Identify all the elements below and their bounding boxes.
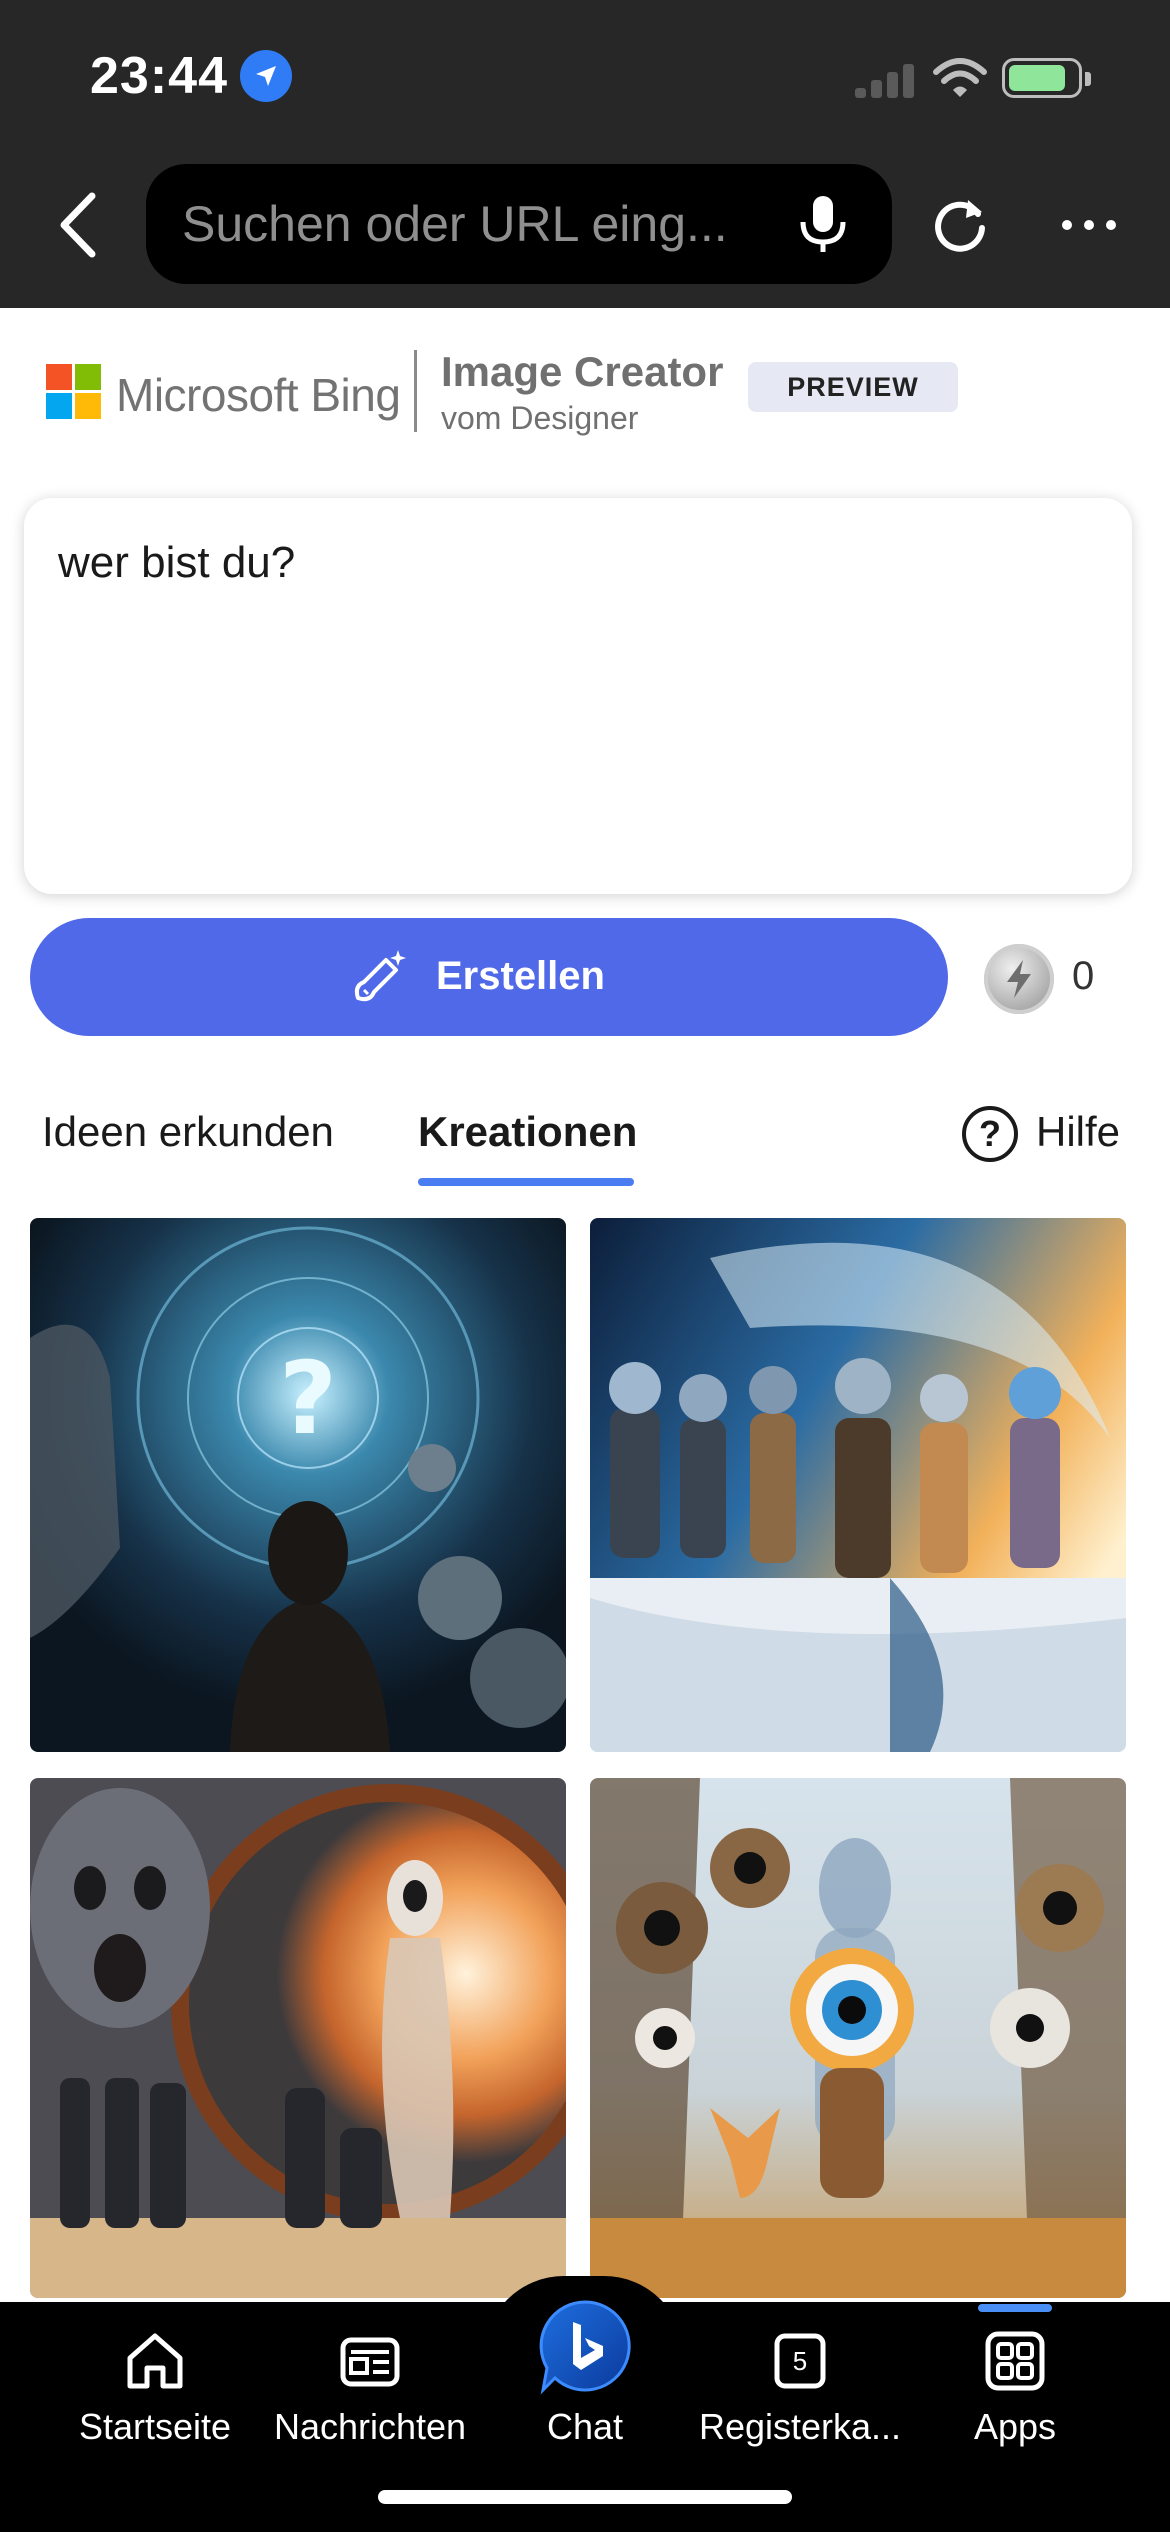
battery-icon (1002, 58, 1091, 98)
nav-news[interactable]: Nachrichten (260, 2326, 480, 2448)
help-icon: ? (962, 1106, 1018, 1162)
news-icon (340, 2337, 400, 2387)
nav-apps-label: Apps (973, 2406, 1057, 2447)
nav-tabs-label: Registerka... (698, 2406, 902, 2447)
home-icon (127, 2333, 183, 2389)
brand-name: Microsoft Bing (116, 369, 401, 421)
microphone-icon[interactable] (791, 192, 855, 256)
create-button-label: Erstellen (436, 954, 605, 998)
creation-image[interactable] (590, 1218, 1126, 1752)
product-subtitle: vom Designer (441, 400, 639, 436)
location-arrow-icon (240, 50, 292, 102)
status-time: 23:44 (90, 47, 228, 105)
image-portal-alien (30, 1778, 566, 2298)
preview-badge: PREVIEW (748, 362, 958, 412)
url-input[interactable] (182, 194, 772, 254)
nav-tabs[interactable]: 5 Registerka... (690, 2326, 910, 2448)
product-title: Image Creator (441, 348, 724, 395)
reload-icon[interactable] (928, 192, 992, 256)
creation-image[interactable] (590, 1778, 1126, 2298)
address-bar[interactable] (146, 164, 892, 284)
nav-news-label: Nachrichten (273, 2406, 467, 2447)
nav-chat[interactable]: Chat (475, 2296, 695, 2448)
svg-text:?: ? (279, 1340, 337, 1457)
image-question-man: ? (30, 1218, 566, 1752)
browser-chrome: 23:44 (0, 0, 1170, 308)
boost-count: 0 (1072, 954, 1095, 998)
prompt-box[interactable] (24, 498, 1132, 894)
tab-count: 5 (793, 2346, 807, 2376)
back-button[interactable] (50, 188, 110, 262)
brush-sparkle-icon (354, 950, 406, 1002)
help-label: Hilfe (1036, 1108, 1121, 1155)
nav-home[interactable]: Startseite (45, 2326, 265, 2448)
tab-creations[interactable]: Kreationen (418, 1108, 637, 1156)
nav-home-label: Startseite (78, 2406, 232, 2447)
boost-coin-icon[interactable] (984, 944, 1054, 1014)
home-indicator[interactable] (378, 2490, 792, 2504)
active-tab-indicator (418, 1178, 634, 1186)
prompt-input[interactable] (58, 538, 1098, 858)
apps-active-indicator (978, 2304, 1052, 2312)
bing-chat-icon (539, 2300, 631, 2395)
creation-image[interactable]: ? (30, 1218, 566, 1752)
more-options-button[interactable] (1060, 210, 1124, 240)
brand-divider (414, 350, 417, 432)
image-astronauts (590, 1218, 1126, 1752)
create-button[interactable]: Erstellen (30, 918, 948, 1036)
nav-apps[interactable]: Apps (905, 2326, 1125, 2448)
image-eye-creature (590, 1778, 1126, 2298)
tab-explore-ideas[interactable]: Ideen erkunden (42, 1108, 334, 1156)
creation-image[interactable] (30, 1778, 566, 2298)
wifi-icon (933, 58, 987, 97)
apps-icon (985, 2331, 1045, 2391)
microsoft-logo-icon (46, 364, 102, 420)
nav-chat-label: Chat (546, 2406, 624, 2447)
tabs-icon: 5 (774, 2333, 826, 2389)
cellular-signal-icon (855, 62, 915, 98)
